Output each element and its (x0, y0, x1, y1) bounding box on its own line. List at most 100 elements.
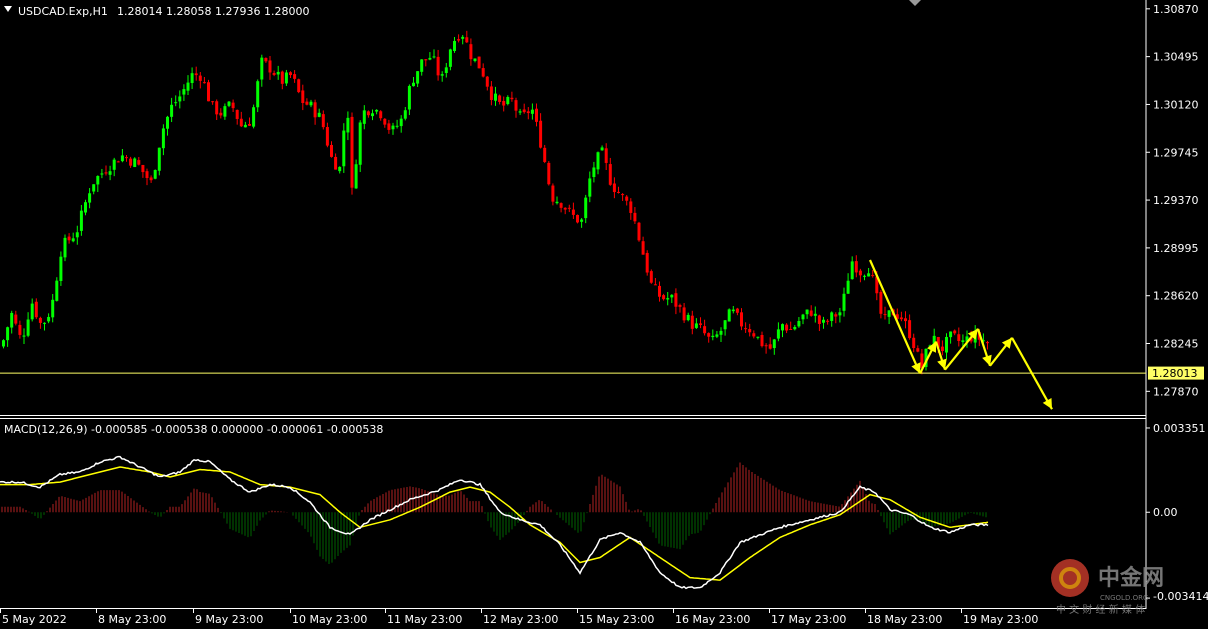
time-tick-label: 12 May 23:00 (483, 613, 558, 626)
logo-tagline: 中 文 财 经 新 媒 体 (1056, 603, 1145, 616)
candle-body (555, 201, 559, 204)
candle-body (444, 67, 448, 74)
candle-body (268, 60, 272, 73)
candle-body (481, 68, 485, 77)
candle-body (260, 57, 264, 80)
candle-body (953, 330, 957, 334)
candle-body (863, 275, 866, 277)
cngold-logo: 中金网 CNGOLD.ORG 中 文 财 经 新 媒 体 (1051, 559, 1164, 616)
candle-body (621, 194, 625, 196)
candle-body (949, 331, 953, 338)
candle-body (867, 273, 871, 277)
candle-body (526, 111, 530, 114)
candle-body (371, 113, 374, 117)
candle-body (55, 280, 59, 301)
candle-body (899, 317, 903, 320)
candle-body (104, 172, 108, 174)
candle-body (707, 333, 711, 337)
arrow-segment (868, 259, 922, 374)
candle-body (129, 158, 133, 166)
candle-body (112, 159, 116, 170)
candle-body (461, 36, 465, 39)
candle-body (330, 144, 333, 157)
candle-body (403, 110, 407, 119)
candle-body (153, 170, 157, 179)
chart-window[interactable]: USDCAD.Exp,H1 1.28014 1.28058 1.27936 1.… (0, 0, 1208, 629)
candle-body (986, 342, 989, 344)
candle-body (6, 327, 10, 341)
candle-body (641, 241, 645, 255)
candle-body (760, 334, 764, 347)
candle-body (858, 270, 862, 276)
dropdown-triangle-icon[interactable] (4, 6, 12, 12)
candle-body (535, 108, 538, 122)
candle-body (485, 76, 489, 87)
chart-svg[interactable]: USDCAD.Exp,H1 1.28014 1.28058 1.27936 1.… (0, 0, 1208, 629)
candle-body (740, 312, 743, 327)
candle-body (748, 329, 752, 333)
candle-body (662, 295, 666, 300)
candle-body (2, 340, 5, 347)
candle-body (354, 164, 358, 189)
candle-body (116, 161, 120, 163)
price-tick-label: 1.30120 (1153, 98, 1199, 111)
candle-body (530, 109, 534, 114)
candle-body (84, 202, 87, 213)
macd-readout: MACD(12,26,9) -0.000585 -0.000538 0.0000… (4, 423, 383, 436)
time-axis: 5 May 2022 8 May 23:00 9 May 23:00 10 May 2… (0, 609, 1038, 626)
candle-body (358, 122, 362, 165)
candle-body (719, 330, 723, 335)
candle-body (945, 336, 948, 353)
candle-body (120, 155, 124, 162)
candle-body (571, 209, 575, 215)
candle-body (243, 124, 247, 128)
candle-body (879, 291, 883, 314)
candle-body (912, 337, 916, 349)
price-tick-label: 1.28620 (1153, 290, 1199, 303)
candle-body (125, 157, 128, 159)
candle-body (658, 285, 661, 297)
time-tick-label: 19 May 23:00 (963, 613, 1038, 626)
candle-body (813, 313, 817, 316)
candle-body (317, 112, 321, 117)
candle-body (395, 125, 399, 127)
candle-body (170, 104, 174, 117)
candle-body (768, 344, 772, 349)
candle-body (14, 314, 18, 324)
candle-body (756, 336, 760, 338)
candle-body (604, 148, 608, 163)
candle-body (510, 97, 514, 100)
candle-body (338, 166, 342, 172)
candle-body (26, 319, 30, 336)
candle-body (752, 333, 756, 337)
macd-tick-label: 0.00 (1153, 506, 1178, 519)
candle-body (735, 308, 739, 313)
candle-body (514, 100, 518, 111)
candle-body (133, 158, 137, 168)
candle-body (22, 335, 26, 337)
candle-body (502, 100, 506, 106)
candle-body (809, 310, 813, 316)
candle-body (522, 109, 526, 113)
candle-body (494, 93, 497, 101)
candle-body (608, 164, 612, 185)
candle-body (723, 320, 727, 330)
candle-body (440, 74, 444, 76)
candle-body (817, 315, 821, 324)
shift-marker-icon[interactable] (909, 0, 921, 6)
candle-body (34, 301, 38, 318)
candle-body (264, 57, 268, 62)
candle-body (280, 71, 284, 84)
candle-body (387, 123, 391, 130)
time-tick-label: 18 May 23:00 (867, 613, 942, 626)
candle-body (141, 164, 145, 173)
candle-body (227, 101, 231, 106)
candle-body (96, 175, 100, 185)
candle-body (38, 317, 42, 323)
time-tick-label: 8 May 23:00 (98, 613, 166, 626)
candle-body (600, 147, 604, 151)
candle-body (284, 72, 288, 84)
candle-body (256, 81, 260, 108)
logo-domain: CNGOLD.ORG (1100, 594, 1148, 602)
candle-body (690, 315, 694, 329)
